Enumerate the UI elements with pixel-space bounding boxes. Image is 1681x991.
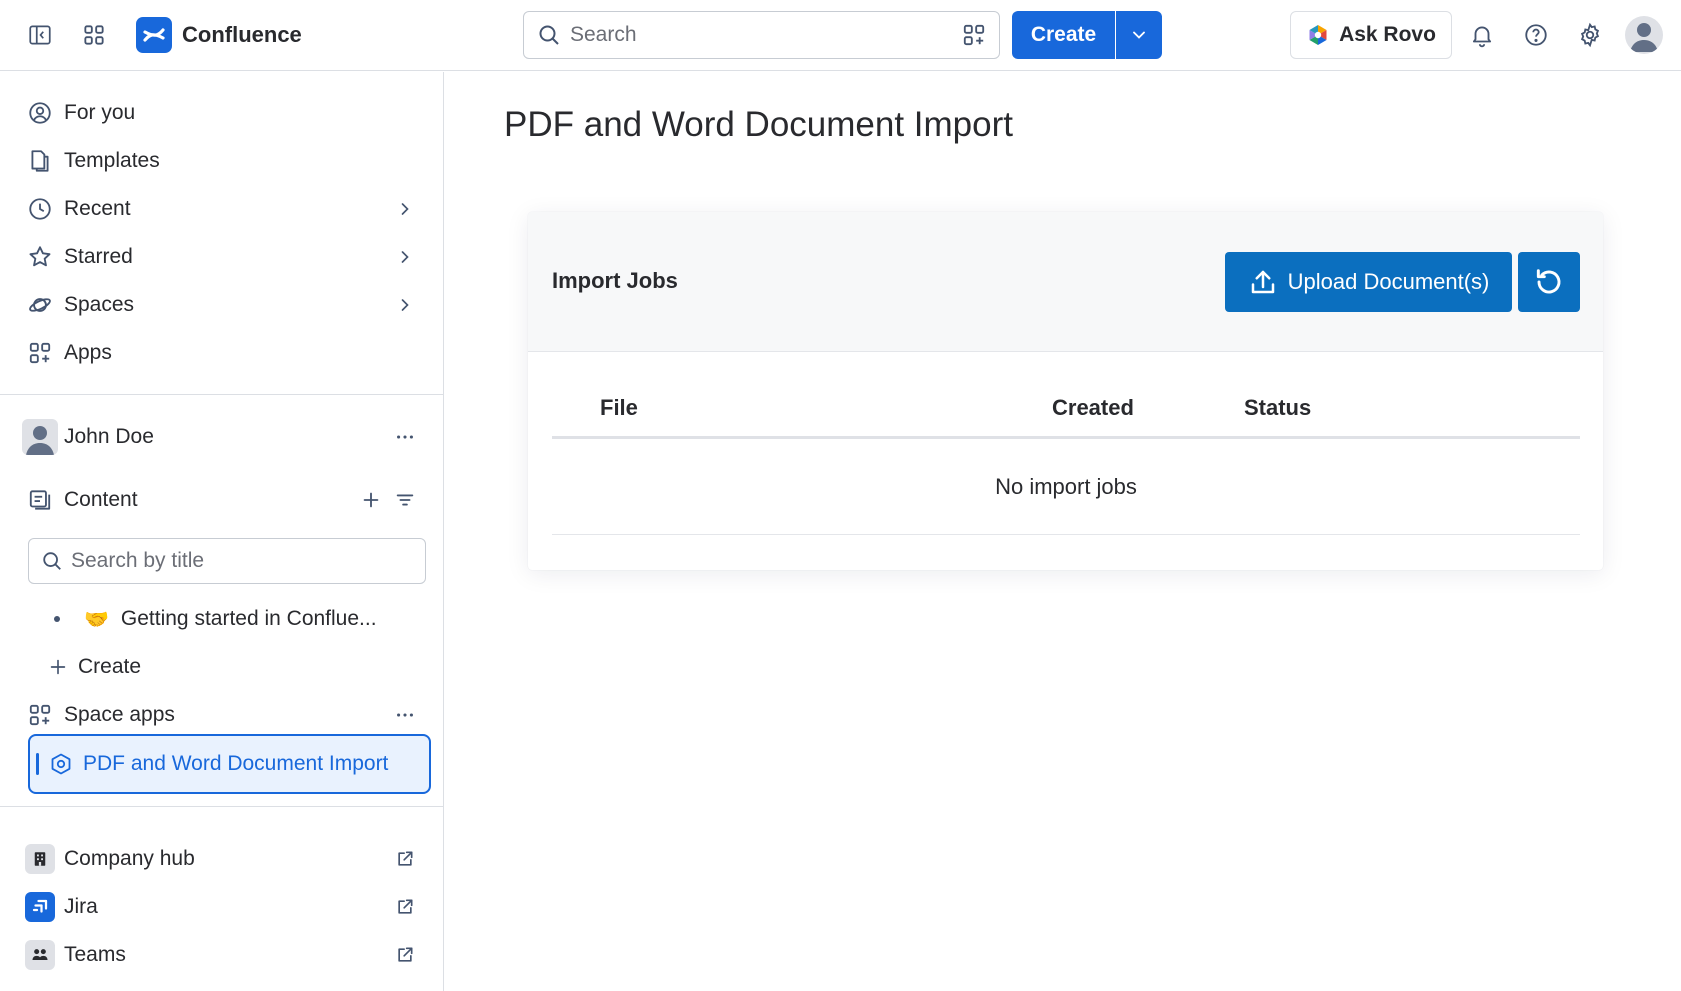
hexagon-app-icon — [49, 752, 73, 776]
page-title: PDF and Word Document Import — [504, 105, 1013, 144]
more-options-icon[interactable] — [390, 422, 420, 452]
external-link-icon — [390, 940, 420, 970]
global-search[interactable]: Search — [523, 11, 1000, 59]
sidebar-item-label: Space apps — [64, 703, 175, 726]
sidebar-item-jira[interactable]: Jira — [14, 885, 426, 929]
content-icon — [20, 480, 60, 520]
sidebar-toggle-icon[interactable] — [15, 15, 65, 55]
sidebar-item-for-you[interactable]: For you — [14, 91, 426, 135]
search-input[interactable]: Search — [570, 23, 961, 47]
plus-icon[interactable] — [356, 485, 386, 515]
sidebar-item-spaces[interactable]: Spaces — [14, 283, 426, 327]
sidebar-item-label: Apps — [64, 341, 112, 364]
sidebar-divider — [0, 394, 443, 395]
sidebar-item-templates[interactable]: Templates — [14, 139, 426, 183]
external-link-icon — [390, 892, 420, 922]
chevron-down-icon — [1133, 31, 1145, 39]
sidebar-item-label: Content — [64, 488, 138, 511]
chevron-right-icon[interactable] — [390, 290, 420, 320]
create-label: Create — [78, 655, 142, 678]
top-navigation: Confluence Search Create Ask Rovo — [0, 0, 1681, 71]
page-tree-item[interactable]: 🤝 Getting started in Conflue... — [14, 597, 426, 641]
app-name: Confluence — [182, 22, 302, 47]
apps-icon — [20, 333, 60, 373]
sidebar-item-apps[interactable]: Apps — [14, 331, 426, 375]
sidebar-item-label: Templates — [64, 149, 160, 172]
app-switcher-icon[interactable] — [69, 15, 119, 55]
sidebar-item-label: Teams — [64, 943, 126, 966]
sidebar-item-space-apps[interactable]: Space apps — [14, 693, 426, 737]
create-dropdown-button[interactable] — [1116, 11, 1162, 59]
search-by-title-input[interactable]: Search by title — [71, 549, 204, 573]
sidebar-item-label: For you — [64, 101, 136, 124]
handshake-emoji-icon: 🤝 — [84, 608, 109, 631]
column-header-file[interactable]: File — [600, 395, 638, 421]
import-jobs-card: Import Jobs Upload Document(s) File Crea… — [528, 212, 1603, 570]
templates-icon — [20, 141, 60, 181]
sidebar-divider — [0, 806, 443, 807]
confluence-logo-icon — [136, 17, 172, 53]
chevron-right-icon[interactable] — [390, 242, 420, 272]
sidebar-item-label: Spaces — [64, 293, 135, 316]
chevron-right-icon[interactable] — [390, 194, 420, 224]
sidebar-item-label: Company hub — [64, 847, 195, 870]
jira-icon — [20, 887, 60, 927]
settings-gear-icon[interactable] — [1565, 15, 1615, 55]
sidebar: For you Templates Recent Starred Spaces — [0, 72, 444, 991]
more-options-icon[interactable] — [390, 700, 420, 730]
space-header[interactable]: John Doe — [14, 415, 426, 459]
star-icon — [20, 237, 60, 277]
external-link-icon — [390, 844, 420, 874]
empty-state-text: No import jobs — [995, 473, 1137, 499]
sidebar-item-company-hub[interactable]: Company hub — [14, 837, 426, 881]
card-header: Import Jobs Upload Document(s) — [528, 212, 1603, 352]
sidebar-item-label: Starred — [64, 245, 133, 268]
search-filter-icon[interactable] — [961, 22, 987, 48]
search-icon — [536, 22, 562, 48]
planet-icon — [20, 285, 60, 325]
notifications-icon[interactable] — [1457, 15, 1507, 55]
ask-rovo-button[interactable]: Ask Rovo — [1290, 11, 1452, 59]
sidebar-item-pdf-word-import[interactable]: PDF and Word Document Import — [28, 734, 431, 794]
filter-icon[interactable] — [390, 485, 420, 515]
plus-icon — [38, 647, 78, 687]
column-header-created[interactable]: Created — [1052, 395, 1134, 421]
refresh-button[interactable] — [1518, 252, 1580, 312]
create-button[interactable]: Create — [1012, 11, 1115, 59]
refresh-icon — [1536, 269, 1561, 294]
active-indicator — [36, 753, 39, 775]
apps-icon — [20, 695, 60, 735]
upload-label: Upload Document(s) — [1287, 269, 1490, 294]
sidebar-item-label: PDF and Word Document Import — [83, 752, 389, 775]
building-icon — [20, 839, 60, 879]
confluence-logo[interactable]: Confluence — [136, 17, 302, 53]
help-icon[interactable] — [1511, 15, 1561, 55]
person-circle-icon — [20, 93, 60, 133]
user-avatar[interactable] — [1625, 16, 1663, 54]
space-avatar — [20, 417, 60, 457]
card-title: Import Jobs — [552, 268, 678, 293]
create-page-item[interactable]: Create — [14, 645, 426, 689]
rovo-icon — [1309, 25, 1327, 45]
sidebar-item-label: Recent — [64, 197, 131, 220]
page-title-link: Getting started in Conflue... — [120, 607, 377, 630]
clock-icon — [20, 189, 60, 229]
sidebar-item-content[interactable]: Content — [14, 478, 426, 522]
empty-table-row: No import jobs — [552, 439, 1580, 535]
space-name: John Doe — [64, 425, 154, 448]
ask-rovo-label: Ask Rovo — [1339, 23, 1436, 46]
column-header-status[interactable]: Status — [1244, 395, 1311, 421]
sidebar-item-label: Jira — [64, 895, 98, 918]
search-icon — [41, 550, 63, 572]
teams-icon — [20, 935, 60, 975]
bullet-icon — [54, 616, 60, 622]
sidebar-item-teams[interactable]: Teams — [14, 933, 426, 977]
upload-documents-button[interactable]: Upload Document(s) — [1225, 252, 1512, 312]
sidebar-item-recent[interactable]: Recent — [14, 187, 426, 231]
content-search-field[interactable]: Search by title — [28, 538, 426, 584]
sidebar-item-starred[interactable]: Starred — [14, 235, 426, 279]
upload-icon — [1251, 270, 1274, 294]
